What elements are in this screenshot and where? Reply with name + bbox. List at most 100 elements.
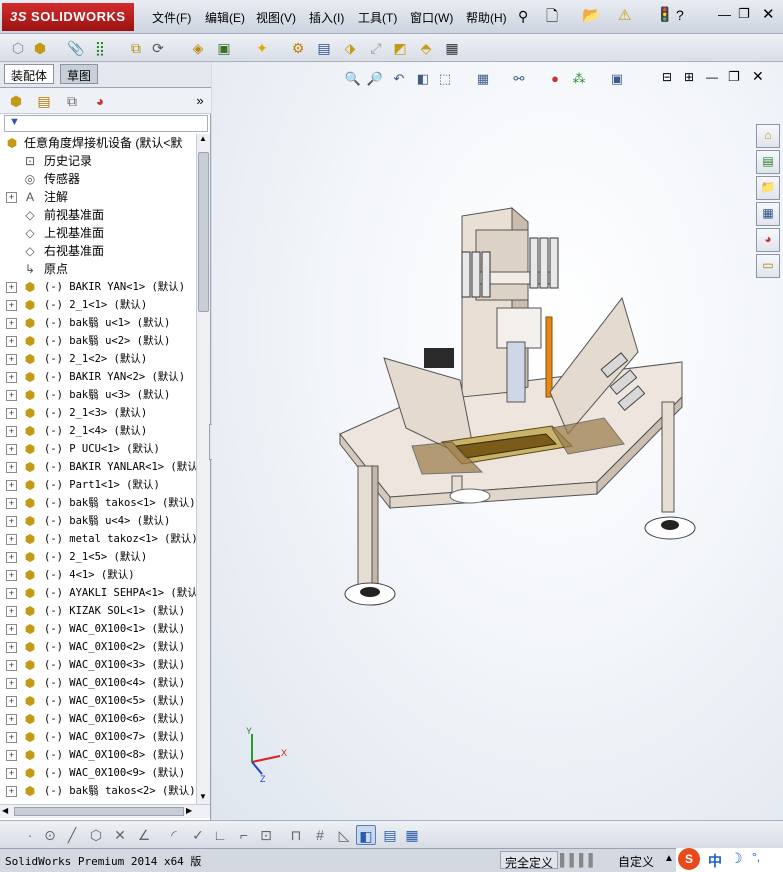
warning-icon[interactable]: ⚠ — [618, 6, 631, 24]
bill-of-materials-icon[interactable]: ▤ — [314, 38, 334, 58]
open-folder-icon[interactable]: 📂 — [582, 6, 601, 24]
expand-icon[interactable]: + — [6, 300, 17, 311]
dynamic-annotation-icon[interactable]: ⬚ — [436, 70, 454, 88]
tree-part-row[interactable]: + ⬢ (-) WAC_0X100<9> (默认) — [0, 764, 196, 782]
expand-icon[interactable]: + — [6, 336, 17, 347]
expand-icon[interactable]: + — [6, 192, 17, 203]
expand-icon[interactable]: + — [6, 390, 17, 401]
expand-icon[interactable]: + — [6, 444, 17, 455]
punctuation-icon[interactable]: °, — [752, 850, 760, 864]
expand-icon[interactable]: + — [6, 534, 17, 545]
scroll-right-icon[interactable]: ▶ — [186, 806, 192, 815]
tab-sketch[interactable]: 草图 — [60, 64, 99, 84]
expand-icon[interactable]: + — [6, 408, 17, 419]
tree-part-row[interactable]: + ⬢ (-) WAC_0X100<2> (默认) — [0, 638, 196, 656]
polygon-icon[interactable]: ⬡ — [86, 825, 106, 845]
tree-part-row[interactable]: + ⬢ (-) 2_1<1> (默认) — [0, 296, 196, 314]
previous-view-icon[interactable]: ↶ — [390, 70, 408, 88]
filter-icon[interactable]: ▼ — [9, 116, 20, 128]
split-view-icon[interactable]: ▤ — [380, 825, 400, 845]
dimension-icon[interactable]: ⊡ — [256, 825, 276, 845]
edit-appearance-icon[interactable]: ● — [546, 70, 564, 88]
tree-part-row[interactable]: + ⬢ (-) bak翳 u<3> (默认) — [0, 386, 196, 404]
solidworks-logo[interactable]: 3S SOLIDWORKS — [2, 3, 134, 31]
move-component-icon[interactable]: ⟳ — [148, 38, 168, 58]
expand-icon[interactable]: + — [6, 696, 17, 707]
reference-geometry-icon[interactable]: ✦ — [252, 38, 272, 58]
tree-item-5[interactable]: ◇ 右视基准面 — [0, 242, 196, 260]
viewport-restore-icon[interactable]: ❐ — [728, 69, 740, 85]
expand-tabs-icon[interactable]: » — [190, 91, 210, 111]
menu-tools[interactable]: 工具(T) — [358, 9, 397, 26]
minimize-icon[interactable]: — — [718, 7, 731, 22]
scroll-up-icon[interactable]: ▲ — [199, 134, 207, 143]
section-view-icon[interactable]: ◧ — [414, 70, 432, 88]
tree-item-4[interactable]: ◇ 上视基准面 — [0, 224, 196, 242]
measure-icon[interactable]: ⊓ — [286, 825, 306, 845]
expand-icon[interactable]: + — [6, 282, 17, 293]
view-settings-icon[interactable]: ▣ — [608, 70, 626, 88]
file-explorer-icon[interactable]: 📁 — [756, 176, 780, 200]
tree-item-6[interactable]: ↳ 原点 — [0, 260, 196, 278]
tree-part-row[interactable]: + ⬢ (-) BAKIR YAN<1> (默认) — [0, 278, 196, 296]
expand-icon[interactable]: + — [6, 372, 17, 383]
scroll-down-icon[interactable]: ▼ — [199, 792, 207, 801]
display-style-icon[interactable]: ⚯ — [510, 70, 528, 88]
tree-part-row[interactable]: + ⬢ (-) WAC_0X100<7> (默认) — [0, 728, 196, 746]
speedpak-icon[interactable]: ⬘ — [416, 38, 436, 58]
tree-part-row[interactable]: + ⬢ (-) BAKIR YANLAR<1> (默认 — [0, 458, 196, 476]
apply-scene-icon[interactable]: ⁂ — [570, 70, 588, 88]
view-orientation-icon[interactable]: ▦ — [474, 70, 492, 88]
tree-item-0[interactable]: ⊡ 历史记录 — [0, 152, 196, 170]
shaded-view-icon[interactable]: ◧ — [356, 825, 376, 845]
expand-icon[interactable]: + — [6, 570, 17, 581]
tab-assembly[interactable]: 装配体 — [4, 64, 55, 84]
tree-part-row[interactable]: + ⬢ (-) 2_1<2> (默认) — [0, 350, 196, 368]
expand-icon[interactable]: + — [6, 552, 17, 563]
expand-icon[interactable]: + — [6, 462, 17, 473]
expand-icon[interactable]: + — [6, 426, 17, 437]
menu-file[interactable]: 文件(F) — [152, 9, 191, 26]
custom-units[interactable]: 自定义 — [618, 853, 654, 870]
rebuild-icon[interactable]: 🚦 — [656, 6, 673, 23]
snapshot-icon[interactable]: ▦ — [442, 38, 462, 58]
help-icon[interactable]: ? — [676, 7, 684, 23]
scroll-left-icon[interactable]: ◀ — [2, 806, 8, 815]
tree-part-row[interactable]: + ⬢ (-) 2_1<3> (默认) — [0, 404, 196, 422]
view-palette-icon[interactable]: ▦ — [756, 202, 780, 226]
fillet-icon[interactable]: ◜ — [164, 825, 184, 845]
explode-line-icon[interactable]: ⤢ — [366, 38, 386, 58]
tree-part-row[interactable]: + ⬢ (-) bak翳 u<1> (默认) — [0, 314, 196, 332]
expand-icon[interactable]: + — [6, 516, 17, 527]
expand-icon[interactable]: + — [6, 768, 17, 779]
graphics-area[interactable]: Y X Z — [212, 62, 783, 820]
menu-help[interactable]: 帮助(H) — [466, 9, 507, 26]
expand-icon[interactable]: + — [6, 606, 17, 617]
zoom-to-fit-icon[interactable]: 🔍 — [344, 70, 362, 88]
appearances-icon[interactable]: ◕ — [756, 228, 780, 252]
sogou-logo-icon[interactable]: S — [678, 848, 700, 870]
zoom-to-area-icon[interactable]: 🔎 — [366, 70, 384, 88]
viewport-minimize-icon[interactable]: — — [706, 70, 718, 84]
tree-item-3[interactable]: ◇ 前视基准面 — [0, 206, 196, 224]
instant3d-icon[interactable]: ◩ — [390, 38, 410, 58]
menu-window[interactable]: 窗口(W) — [410, 9, 453, 26]
new-document-icon[interactable]: 🗋 — [546, 6, 558, 31]
tree-part-row[interactable]: + ⬢ (-) bak翳 takos<1> (默认) — [0, 494, 196, 512]
design-library-icon[interactable]: ▤ — [756, 150, 780, 174]
expand-icon[interactable]: + — [6, 714, 17, 725]
tree-part-row[interactable]: + ⬢ (-) bak翳 u<2> (默认) — [0, 332, 196, 350]
tree-part-row[interactable]: + ⬢ (-) metal takoz<1> (默认) — [0, 530, 196, 548]
tree-scrollbar-thumb[interactable] — [198, 152, 209, 312]
angle-icon[interactable]: ∠ — [134, 825, 154, 845]
expand-icon[interactable]: + — [6, 354, 17, 365]
tree-part-row[interactable]: + ⬢ (-) WAC_0X100<8> (默认) — [0, 746, 196, 764]
property-manager-tab-icon[interactable]: ▤ — [34, 91, 54, 111]
circle-icon[interactable]: ⊙ — [40, 825, 60, 845]
assembly-features-icon[interactable]: ▣ — [214, 38, 234, 58]
point-icon[interactable]: · — [20, 825, 40, 845]
units-dropdown-icon[interactable]: ▲ — [664, 853, 674, 864]
menu-edit[interactable]: 编辑(E) — [205, 9, 245, 26]
expand-icon[interactable]: + — [6, 318, 17, 329]
tree-part-row[interactable]: + ⬢ (-) 2_1<5> (默认) — [0, 548, 196, 566]
